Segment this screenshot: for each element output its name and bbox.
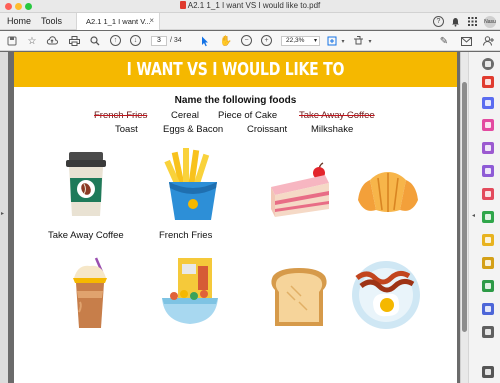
document-viewport[interactable]: I WANT VS I WOULD LIKE TO Name the follo… (8, 52, 460, 383)
eggs-bacon-icon (351, 260, 421, 335)
milkshake-icon (68, 256, 112, 335)
cereal-bowl-icon (160, 258, 220, 331)
edit-pdf-icon[interactable] (482, 119, 494, 131)
account-initials: Nasu (484, 18, 496, 25)
page-down-icon[interactable]: ↓ (130, 35, 141, 46)
main-toolbar: ☆ ↑ ↓ 3 / 34 − + 22,3% ▾ ✋ ▾ ▾ ✎ (0, 31, 500, 51)
scan-chevron-down-icon[interactable]: ▾ (364, 35, 376, 47)
page-banner: I WANT VS I WOULD LIKE TO (14, 52, 457, 87)
help-icon[interactable]: ? (433, 16, 444, 27)
banner-title: I WANT VS I WOULD LIKE TO (126, 59, 345, 80)
page-up-icon[interactable]: ↑ (110, 35, 121, 46)
word-bank-item: Cereal (171, 110, 199, 121)
mail-icon[interactable] (460, 35, 472, 47)
toast-icon (267, 268, 331, 331)
zoom-level-value: 22,3% (286, 37, 305, 44)
protect-icon[interactable] (482, 234, 494, 246)
word-bank-item: Milkshake (311, 124, 354, 135)
document-tab-label: A2.1 1_1 I want V... (86, 17, 151, 26)
page-total: / 34 (170, 37, 182, 44)
tab-document[interactable]: A2.1 1_1 I want V... × (76, 13, 160, 30)
pdf-file-icon (179, 1, 186, 9)
expand-left-panel-icon: ▸ (1, 211, 5, 217)
notifications-bell-icon[interactable] (450, 16, 461, 27)
user-add-icon[interactable] (482, 35, 494, 47)
more-tools-icon[interactable] (482, 326, 494, 338)
word-bank-item: Piece of Cake (218, 110, 278, 121)
scrollbar-thumb[interactable] (462, 82, 467, 332)
fit-chevron-down-icon[interactable]: ▾ (337, 35, 349, 47)
collapse-right-panel-icon[interactable]: ◂ (472, 212, 475, 219)
apps-grid-icon[interactable] (467, 16, 478, 27)
hand-tool-icon[interactable]: ✋ (220, 35, 232, 47)
vertical-scrollbar[interactable] (460, 52, 468, 383)
upload-icon[interactable] (46, 35, 58, 47)
zoom-level-select[interactable]: 22,3% ▾ (281, 36, 320, 46)
prepare-form-icon[interactable] (482, 303, 494, 315)
search-tool-icon[interactable] (482, 58, 494, 70)
page-number-input[interactable]: 3 (151, 36, 167, 46)
zoom-in-circle-icon[interactable]: + (261, 35, 272, 46)
scan-ocr-icon[interactable] (482, 211, 494, 223)
zoom-out-circle-icon[interactable]: − (241, 35, 252, 46)
account-avatar[interactable]: Nasu (484, 15, 496, 28)
right-tools-panel: ◂ (468, 52, 500, 383)
croissant-icon (354, 170, 422, 221)
tab-bar: Home Tools A2.1 1_1 I want V... × ? Nasu (0, 13, 500, 30)
window-titlebar: A2.1 1_1 I want VS I would like to.pdf (0, 0, 500, 13)
tab-home[interactable]: Home (7, 16, 31, 26)
scan-stamp-icon[interactable] (352, 35, 364, 47)
comment-icon[interactable] (482, 142, 494, 154)
export-pdf-icon[interactable] (482, 76, 494, 88)
fries-caption: French Fries (159, 230, 213, 241)
word-bank-item: Eggs & Bacon (163, 124, 224, 135)
create-pdf-icon[interactable] (482, 97, 494, 109)
window-title: A2.1 1_1 I want VS I would like to.pdf (0, 1, 500, 10)
word-bank-item: Take Away Coffee (299, 110, 375, 121)
word-bank-item: French Fries (94, 110, 148, 121)
select-arrow-icon[interactable] (199, 35, 211, 47)
word-bank-item: Croissant (247, 124, 288, 135)
coffee-cup-icon (63, 150, 109, 223)
zoom-search-icon[interactable] (89, 35, 101, 47)
word-bank-item: Toast (115, 124, 138, 135)
instruction-heading: Name the following foods (174, 95, 297, 106)
combine-files-icon[interactable] (482, 165, 494, 177)
save-icon[interactable] (6, 35, 18, 47)
pdf-page: I WANT VS I WOULD LIKE TO Name the follo… (14, 52, 457, 383)
cake-slice-icon (267, 159, 335, 222)
left-panel-toggle[interactable]: ▸ (0, 52, 8, 383)
coffee-caption: Take Away Coffee (48, 230, 124, 241)
tab-tools[interactable]: Tools (41, 16, 62, 26)
bookmark-star-icon[interactable]: ☆ (26, 35, 38, 47)
edit-pen-icon[interactable]: ✎ (438, 35, 450, 47)
organize-pages-icon[interactable] (482, 188, 494, 200)
french-fries-icon (163, 148, 223, 225)
chevron-down-icon: ▾ (313, 38, 317, 44)
panel-exit-icon[interactable] (482, 366, 494, 378)
close-tab-icon[interactable]: × (149, 16, 154, 25)
fill-sign-icon[interactable] (482, 257, 494, 269)
send-for-signature-icon[interactable] (482, 280, 494, 292)
print-icon[interactable] (68, 35, 80, 47)
